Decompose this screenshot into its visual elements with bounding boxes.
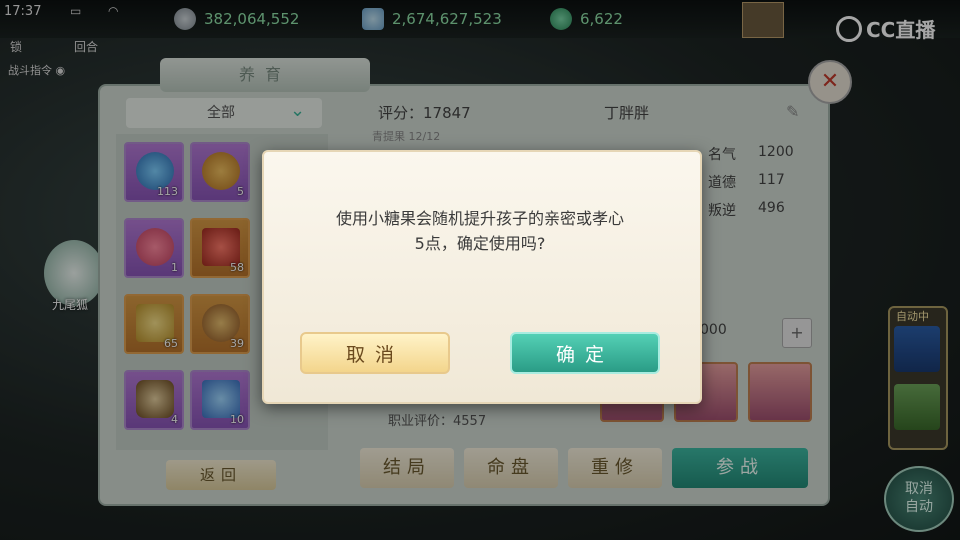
dialog-cancel-button[interactable]: 取消 bbox=[300, 332, 450, 374]
dialog-message: 使用小糖果会随机提升孩子的亲密或孝心 5点，确定使用吗? bbox=[292, 206, 668, 256]
dialog-confirm-button[interactable]: 确定 bbox=[510, 332, 660, 374]
dialog-message-line1: 使用小糖果会随机提升孩子的亲密或孝心 bbox=[335, 209, 624, 228]
dialog-message-line2: 5点，确定使用吗? bbox=[414, 234, 546, 253]
